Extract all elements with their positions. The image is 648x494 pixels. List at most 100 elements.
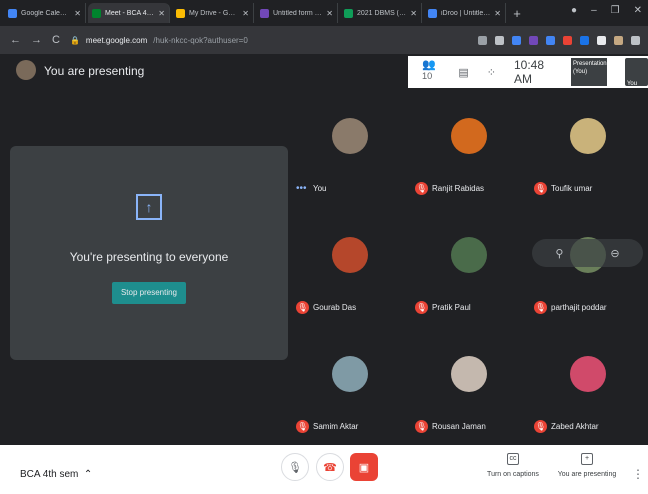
mic-muted-icon: 🎙 [534, 301, 547, 314]
mic-muted-icon: 🎙 [415, 420, 428, 433]
leave-call-button[interactable]: ☎ [316, 453, 344, 481]
participant-avatar [570, 356, 606, 392]
speaking-indicator-icon: ••• [296, 183, 307, 194]
tab-close-icon[interactable]: ✕ [494, 9, 501, 18]
self-tile-label: You [626, 81, 638, 87]
participant-tile[interactable]: 🎙 Zabed Akhtar [528, 326, 647, 444]
extension-icon[interactable] [512, 35, 521, 45]
tile-hover-controls: ⚲ ⊖ [532, 239, 643, 267]
self-tile[interactable]: You [624, 58, 648, 87]
presenting-message: You're presenting to everyone [69, 250, 229, 264]
account-icon[interactable]: ● [571, 5, 577, 16]
participant-avatar [451, 118, 487, 154]
tab-favicon-icon [260, 8, 269, 18]
mic-muted-icon: 🎙 [415, 301, 428, 314]
window-controls: ● – ❐ ✕ [571, 5, 642, 16]
mic-muted-icon: 🎙 [534, 420, 547, 433]
tab-favicon-icon [344, 8, 353, 18]
tab-close-icon[interactable]: ✕ [326, 9, 333, 18]
participant-tile[interactable]: 🎙 Gourab Das [290, 207, 409, 325]
presenter-avatar [16, 60, 36, 80]
participant-tile[interactable]: 🎙 Ranjit Rabidas [409, 88, 528, 206]
meet-header: You are presenting 👥10 ▤ ⁘ 10:48 AM Pres… [0, 54, 648, 88]
remove-icon[interactable]: ⊖ [610, 247, 619, 260]
mic-muted-icon: 🎙 [296, 301, 309, 314]
extension-icon[interactable] [546, 35, 555, 45]
browser-tab[interactable]: Meet - BCA 4th s ✕ [88, 3, 170, 23]
reload-icon[interactable]: C [52, 34, 60, 46]
cast-icon[interactable] [478, 35, 487, 45]
tab-title: iDroo | Untitled board [441, 9, 490, 17]
lock-icon: 🔒 [69, 35, 80, 45]
puzzle-icon[interactable] [597, 35, 606, 45]
tab-close-icon[interactable]: ✕ [242, 9, 249, 18]
pin-icon[interactable]: ⚲ [555, 247, 563, 260]
minimize-button[interactable]: – [591, 5, 597, 16]
participant-avatar [332, 118, 368, 154]
participant-tile[interactable]: 🎙 Rousan Jaman [409, 326, 528, 444]
participant-tile[interactable]: 🎙 Toufik umar [528, 88, 647, 206]
forward-icon[interactable]: → [31, 34, 42, 46]
close-window-button[interactable]: ✕ [634, 5, 642, 16]
tab-close-icon[interactable]: ✕ [410, 9, 417, 18]
camera-button[interactable]: ▣ [350, 453, 378, 481]
meeting-details-button[interactable]: BCA 4th sem ⌃ [20, 469, 92, 480]
tab-favicon-icon [428, 8, 437, 18]
microphone-button[interactable]: 🎙 [281, 453, 309, 481]
profile-avatar[interactable] [614, 35, 623, 45]
captions-button[interactable]: cc Turn on captions [478, 453, 548, 478]
mic-muted-icon: 🎙 [415, 182, 428, 195]
presentation-tile[interactable]: Presentation (You) [570, 58, 607, 86]
extension-icon[interactable] [529, 35, 538, 45]
participant-tile[interactable]: ⚲ ⊖ 🎙 parthajit poddar [528, 207, 647, 325]
browser-tab[interactable]: Untitled form - Googl ✕ [256, 3, 338, 23]
captions-label: Turn on captions [487, 471, 539, 478]
stop-presenting-button[interactable]: Stop presenting [112, 282, 186, 304]
back-icon[interactable]: ← [10, 34, 21, 46]
participant-name: You [313, 184, 327, 193]
presenting-label: You are presenting [44, 64, 145, 78]
new-tab-button[interactable]: + [508, 6, 526, 21]
menu-kebab-icon[interactable] [631, 35, 640, 45]
tab-title: Google Calendar - Me [21, 9, 70, 17]
participant-tile[interactable]: ••• You [290, 88, 409, 206]
participant-tile[interactable]: 🎙 Pratik Paul [409, 207, 528, 325]
top-right-tray: 👥10 ▤ ⁘ 10:48 AM Presentation (You) You [408, 56, 648, 88]
mic-muted-icon: 🎙 [534, 182, 547, 195]
meeting-name: BCA 4th sem [20, 469, 79, 480]
participant-name: Rousan Jaman [432, 422, 486, 431]
extension-icon[interactable] [580, 35, 589, 45]
participant-name: Pratik Paul [432, 303, 471, 312]
participant-name: parthajit poddar [551, 303, 607, 312]
tab-close-icon[interactable]: ✕ [74, 9, 81, 18]
browser-tab[interactable]: Google Calendar - Me ✕ [4, 3, 86, 23]
present-to-all-icon: ↑ [136, 194, 162, 220]
url-host: meet.google.com [85, 35, 148, 45]
participant-avatar [332, 356, 368, 392]
address-bar: ← → C 🔒 meet.google.com/huk-nkcc-qok?aut… [0, 26, 648, 54]
browser-tab[interactable]: My Drive - Google Dri ✕ [172, 3, 254, 23]
more-options-icon[interactable]: ⋮ [632, 467, 644, 481]
participant-tile[interactable]: 🎙 Samim Aktar [290, 326, 409, 444]
chat-icon[interactable]: ▤ [458, 66, 468, 79]
hang-up-icon: ☎ [323, 461, 337, 474]
browser-tab[interactable]: 2021 DBMS (Respons ✕ [340, 3, 422, 23]
captions-icon: cc [507, 453, 519, 465]
browser-tab-bar: Google Calendar - Me✕Meet - BCA 4th s✕My… [0, 0, 648, 26]
extensions-area [478, 35, 648, 45]
present-now-button[interactable]: + You are presenting [552, 453, 622, 478]
activities-icon[interactable]: ⁘ [487, 66, 496, 79]
people-icon[interactable]: 👥10 [422, 58, 440, 87]
tab-favicon-icon [8, 8, 17, 18]
bookmark-star-icon[interactable] [495, 35, 504, 45]
participant-grid: ••• You 🎙 Ranjit Rabidas 🎙 Toufik umar 🎙 Gourab… [290, 88, 648, 445]
maximize-button[interactable]: ❐ [611, 5, 620, 16]
participant-avatar [451, 237, 487, 273]
tab-title: Meet - BCA 4th s [105, 9, 155, 17]
browser-tab[interactable]: iDroo | Untitled board ✕ [424, 3, 506, 23]
mic-muted-icon: 🎙 [296, 420, 309, 433]
extension-icon[interactable] [563, 35, 572, 45]
url-field[interactable]: 🔒 meet.google.com/huk-nkcc-qok?authuser=… [70, 36, 468, 45]
tab-close-icon[interactable]: ✕ [158, 9, 165, 18]
tab-title: 2021 DBMS (Respons [357, 9, 406, 17]
